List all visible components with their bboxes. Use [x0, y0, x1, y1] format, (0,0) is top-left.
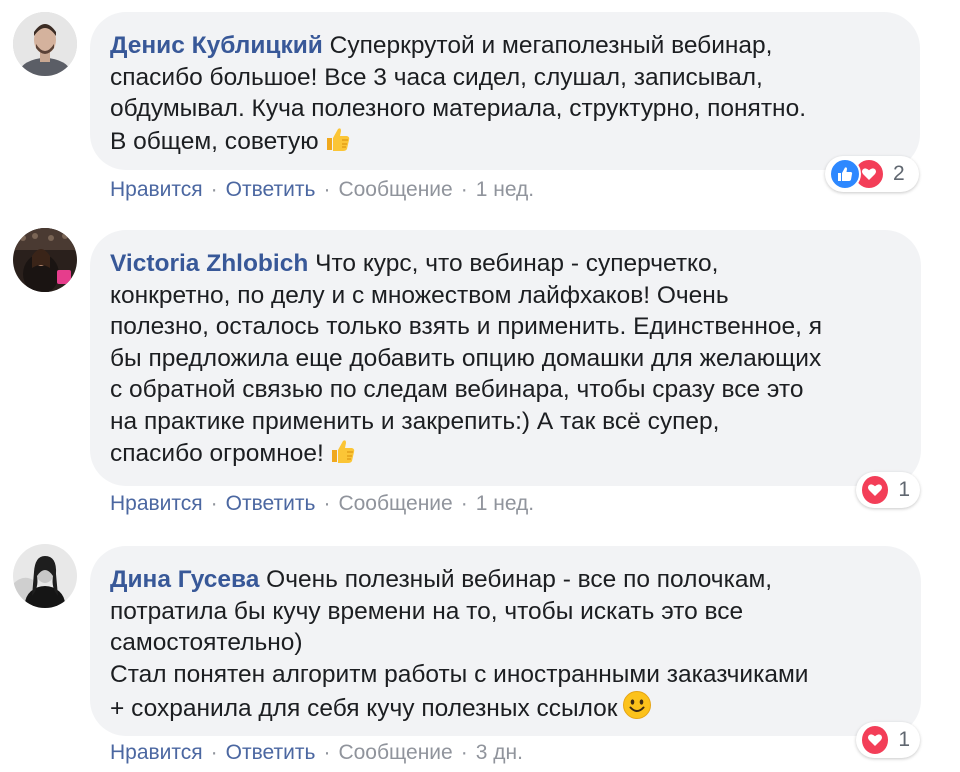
- reaction-count: 2: [893, 162, 905, 185]
- author-name[interactable]: Дина Гусева: [110, 566, 259, 593]
- thumbs-up-emoji: [323, 125, 351, 162]
- separator: ·: [460, 492, 468, 515]
- reactions-badge[interactable]: 1: [856, 722, 920, 758]
- separator: ·: [460, 741, 468, 764]
- comment-bubble: Victoria Zhlobich Что курс, что вебинар …: [90, 230, 921, 486]
- smiley-emoji: [622, 690, 652, 729]
- reaction-count: 1: [898, 478, 910, 501]
- reaction-count: 1: [898, 728, 910, 751]
- avatar-photo: [13, 12, 77, 76]
- like-link[interactable]: Нравится: [110, 492, 203, 515]
- timestamp[interactable]: 1 нед.: [476, 178, 534, 201]
- comment: Victoria Zhlobich Что курс, что вебинар …: [0, 210, 960, 530]
- avatar[interactable]: [13, 228, 77, 292]
- separator: ·: [210, 492, 218, 515]
- reply-link[interactable]: Ответить: [226, 741, 316, 764]
- comment: Дина Гусева Очень полезный вебинар - все…: [0, 530, 960, 772]
- message-link[interactable]: Сообщение: [338, 492, 452, 515]
- comment: Денис Кублицкий Суперкрутой и мегаполезн…: [0, 0, 960, 210]
- message-link[interactable]: Сообщение: [338, 741, 452, 764]
- thumbs-up-emoji: [328, 437, 356, 474]
- separator: ·: [323, 178, 331, 201]
- separator: ·: [460, 178, 468, 201]
- separator: ·: [323, 492, 331, 515]
- timestamp[interactable]: 3 дн.: [476, 741, 523, 764]
- like-link[interactable]: Нравится: [110, 741, 203, 764]
- comment-bubble: Дина Гусева Очень полезный вебинар - все…: [90, 546, 921, 736]
- reactions-badge[interactable]: 1: [856, 472, 920, 508]
- like-link[interactable]: Нравится: [110, 178, 203, 201]
- comment-text: Что курс, что вебинар - суперчетко, конк…: [110, 250, 822, 467]
- timestamp[interactable]: 1 нед.: [476, 492, 534, 515]
- avatar-photo: [13, 544, 77, 608]
- comment-actions: Нравится · Ответить · Сообщение · 3 дн.: [110, 741, 523, 765]
- love-reaction-icon: [860, 474, 891, 506]
- like-reaction-icon: [829, 158, 861, 190]
- avatar[interactable]: [13, 544, 77, 608]
- separator: ·: [210, 741, 218, 764]
- separator: ·: [323, 741, 331, 764]
- comment-bubble: Денис Кублицкий Суперкрутой и мегаполезн…: [90, 12, 920, 170]
- comment-actions: Нравится · Ответить · Сообщение · 1 нед.: [110, 178, 534, 202]
- avatar-photo: [13, 228, 77, 292]
- message-link[interactable]: Сообщение: [338, 178, 452, 201]
- reactions-badge[interactable]: 2: [825, 156, 919, 192]
- avatar[interactable]: [13, 12, 77, 76]
- separator: ·: [210, 178, 218, 201]
- love-reaction-icon: [860, 724, 891, 756]
- reply-link[interactable]: Ответить: [226, 492, 316, 515]
- comment-actions: Нравится · Ответить · Сообщение · 1 нед.: [110, 492, 534, 516]
- author-name[interactable]: Денис Кублицкий: [110, 32, 323, 59]
- author-name[interactable]: Victoria Zhlobich: [110, 250, 308, 277]
- reply-link[interactable]: Ответить: [226, 178, 316, 201]
